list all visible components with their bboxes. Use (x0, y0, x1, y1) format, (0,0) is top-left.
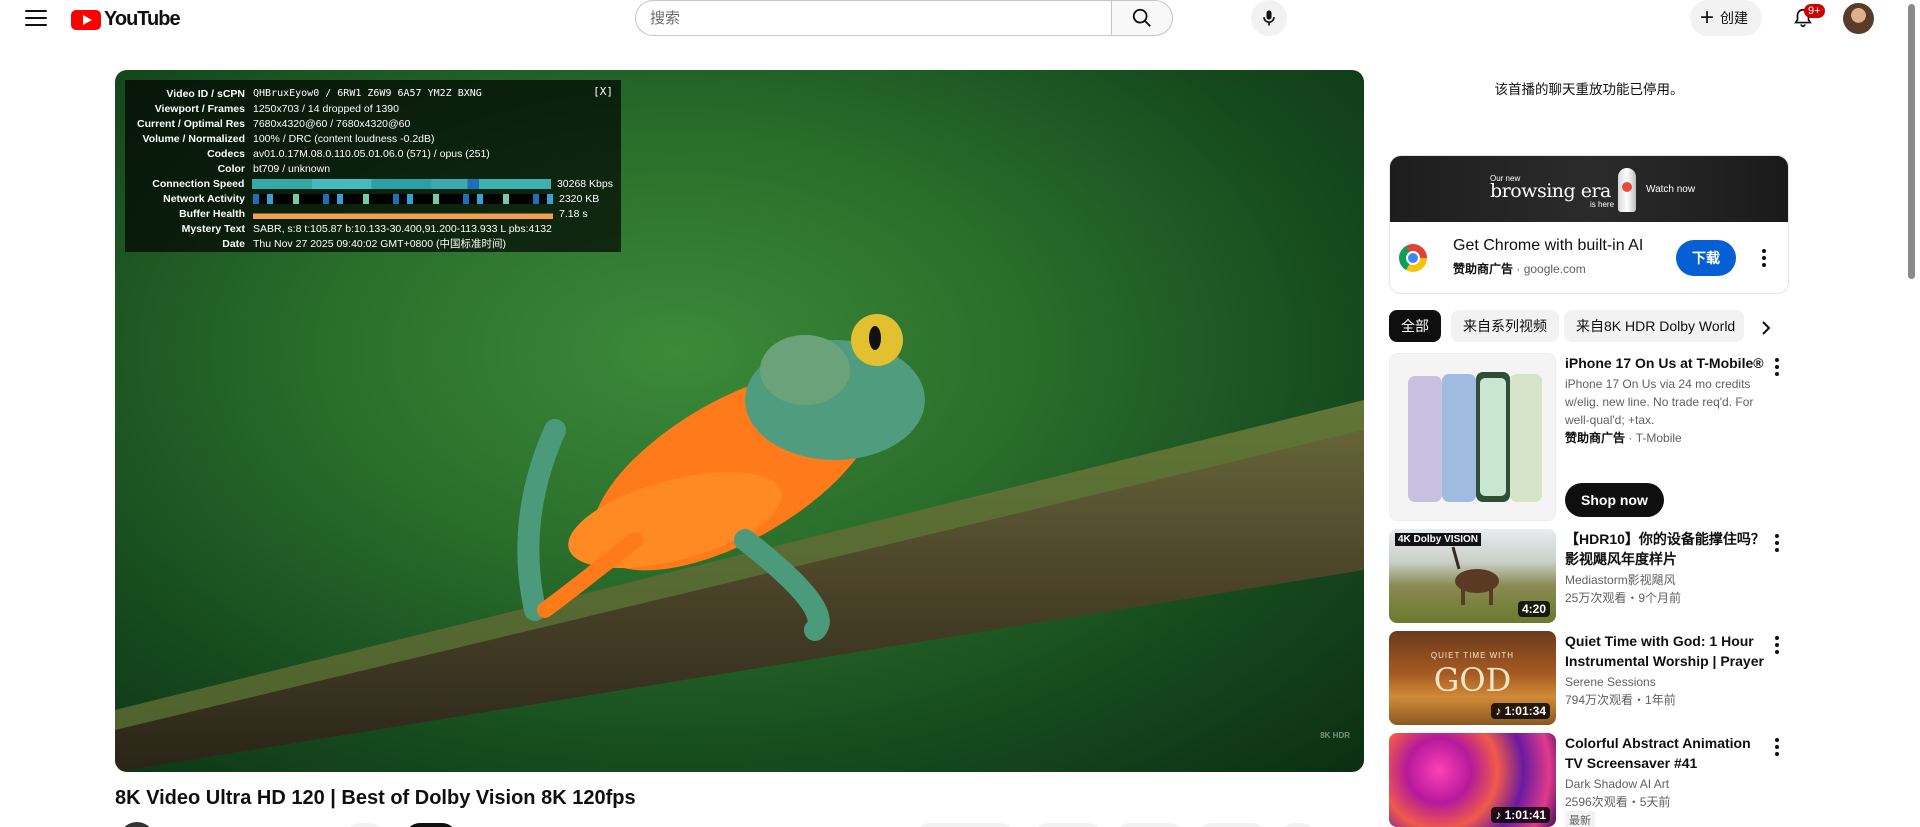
youtube-logo[interactable]: YouTube (71, 8, 181, 31)
thumbnail-title: GOD (1433, 661, 1512, 699)
recommended-video[interactable]: ♪ 1:01:41 Colorful Abstract Animation TV… (1389, 733, 1789, 827)
connection-speed-graph (252, 178, 551, 189)
video-thumbnail[interactable]: 4K Dolby VISION 4:20 (1389, 529, 1556, 623)
chat-replay-disabled-note: 该首播的聊天重放功能已停用。 (1494, 82, 1684, 97)
ad-body: Get Chrome with built-in AI 赞助商广告 · goog… (1390, 222, 1788, 293)
rec-stats: 2596次观看・5天前 (1565, 795, 1671, 809)
more-vert-icon[interactable] (1765, 633, 1789, 657)
stats-row: Buffer Health 7.18 s (179, 207, 588, 220)
menu-icon[interactable] (22, 6, 50, 30)
stats-row: Volume / Normalized 100% / DRC (content l… (142, 132, 435, 145)
rec-description: iPhone 17 On Us via 24 mo credits w/elig… (1565, 377, 1754, 427)
buffer-health-graph (253, 208, 553, 219)
stats-row: Current / Optimal Res 7680x4320@60 / 7680… (137, 117, 411, 130)
recommended-video[interactable]: 4K Dolby VISION 4:20 【HDR10】你的设备能撑住吗？影视飓… (1389, 529, 1789, 624)
subscribe-button[interactable] (405, 823, 457, 827)
video-thumbnail[interactable]: ♪ 1:01:41 (1389, 733, 1556, 827)
clip-button[interactable] (1197, 823, 1267, 827)
download-button[interactable] (1115, 823, 1185, 827)
page-scrollbar[interactable] (1906, 0, 1916, 827)
more-vert-icon[interactable] (1752, 246, 1776, 270)
rec-title[interactable]: iPhone 17 On Us at T-Mobile® (1565, 353, 1765, 373)
sponsored-item[interactable]: iPhone 17 On Us at T-Mobile® iPhone 17 O… (1389, 353, 1789, 523)
chrome-ad-card[interactable]: Our new browsing era is here Watch now G… (1389, 155, 1789, 294)
account-avatar[interactable] (1843, 3, 1874, 34)
stats-row: Color bt709 / unknown (217, 162, 331, 175)
plus-icon: + (1700, 4, 1715, 31)
ad-sponsor-line: 赞助商广告 · google.com (1453, 262, 1586, 276)
rec-meta: Colorful Abstract Animation TV Screensav… (1565, 733, 1765, 827)
notifications-button[interactable]: 9+ (1783, 0, 1825, 36)
logo-text: YouTube (104, 8, 181, 30)
rec-title[interactable]: 【HDR10】你的设备能撑住吗？影视飓风年度样片 (1565, 529, 1765, 569)
rec-meta: 【HDR10】你的设备能撑住吗？影视飓风年度样片 Mediastorm影视飓风 … (1565, 529, 1765, 607)
ad-banner-image[interactable]: Our new browsing era is here Watch now (1390, 156, 1788, 222)
video-player[interactable]: 8K HDR [X] Video ID / sCPN QHBruxEyow0 / … (115, 70, 1364, 772)
notification-count-badge: 9+ (1804, 4, 1825, 18)
video-thumbnail[interactable]: QUIET TIME WITH GOD ♪ 1:01:34 (1389, 631, 1556, 725)
more-vert-icon[interactable] (1765, 735, 1789, 759)
more-actions-button[interactable] (1280, 823, 1316, 827)
stats-row: Viewport / Frames 1250x703 / 14 dropped o… (154, 102, 399, 115)
stats-for-nerds-panel: [X] Video ID / sCPN QHBruxEyow0 / 6RW1 Z6… (125, 80, 621, 252)
search-input[interactable] (635, 0, 1111, 36)
chrome-logo-icon (1399, 244, 1427, 272)
stats-row: Video ID / sCPN QHBruxEyow0 / 6RW1 Z6W9 6… (166, 87, 482, 100)
stats-row: Date Thu Nov 27 2025 09:40:02 GMT+0800 (中… (222, 237, 506, 251)
channel-avatar[interactable] (119, 822, 155, 827)
search-icon (1132, 8, 1151, 27)
stats-row: Network Activity 2320 KB (163, 192, 600, 205)
ad-title[interactable]: Get Chrome with built-in AI (1453, 237, 1643, 255)
stats-row: Codecs av01.0.17M.08.0.110.05.01.06.0 (57… (207, 147, 490, 160)
video-title: 8K Video Ultra HD 120 | Best of Dolby Vi… (115, 787, 636, 809)
rec-title[interactable]: Quiet Time with God: 1 Hour Instrumental… (1565, 631, 1765, 671)
thumbnail-subtitle: QUIET TIME WITH (1430, 651, 1515, 660)
like-dislike-button[interactable] (915, 823, 1015, 827)
video-owner-row (115, 820, 1364, 827)
stats-row: Mystery Text SABR, s:8 t:105.87 b:10.133-… (181, 222, 552, 235)
search-bar (635, 0, 1173, 36)
chevron-right-icon[interactable] (1751, 314, 1781, 342)
chip-from-series[interactable]: 来自系列视频 (1451, 310, 1559, 342)
search-button[interactable] (1111, 0, 1173, 36)
filter-chips: 全部 来自系列视频 来自8K HDR Dolby World (1389, 310, 1789, 342)
rec-meta: Quiet Time with God: 1 Hour Instrumental… (1565, 631, 1765, 709)
download-ad-button[interactable]: 下载 (1676, 240, 1736, 276)
rec-channel[interactable]: Dark Shadow AI Art (1565, 775, 1765, 793)
rocket-icon (1618, 168, 1636, 212)
create-label: 创建 (1720, 10, 1749, 26)
new-badge: 最新 (1565, 811, 1595, 827)
more-vert-icon[interactable] (1765, 355, 1789, 379)
rec-stats: 794万次观看・1年前 (1565, 693, 1676, 707)
create-button[interactable]: + 创建 (1690, 0, 1763, 36)
stats-row: Connection Speed 30268 Kbps (152, 177, 613, 190)
scrollbar-thumb[interactable] (1908, 4, 1915, 279)
video-duration: ♪ 1:01:34 (1491, 703, 1550, 719)
shop-now-button[interactable]: Shop now (1565, 483, 1664, 517)
stats-close-button[interactable]: [X] (593, 85, 613, 98)
iphone-ad-thumbnail[interactable] (1389, 353, 1556, 521)
rec-stats: 25万次观看・9个月前 (1565, 591, 1682, 605)
masthead: YouTube + 创建 9+ (0, 0, 1920, 36)
video-duration: 4:20 (1517, 601, 1550, 617)
voice-search-button[interactable] (1251, 0, 1287, 36)
video-duration: ♪ 1:01:41 (1491, 807, 1550, 823)
microphone-icon (1263, 10, 1275, 26)
join-button[interactable] (345, 823, 385, 827)
share-button[interactable] (1033, 823, 1103, 827)
rec-channel[interactable]: Mediastorm影视飓风 (1565, 571, 1765, 589)
rec-title[interactable]: Colorful Abstract Animation TV Screensav… (1565, 733, 1765, 773)
channel-watermark: 8K HDR (1320, 731, 1350, 740)
more-vert-icon[interactable] (1765, 531, 1789, 555)
rec-meta: iPhone 17 On Us at T-Mobile® iPhone 17 O… (1565, 353, 1765, 447)
recommended-video[interactable]: QUIET TIME WITH GOD ♪ 1:01:34 Quiet Time… (1389, 631, 1789, 726)
chip-from-channel[interactable]: 来自8K HDR Dolby World (1564, 310, 1744, 342)
rec-channel[interactable]: Serene Sessions (1565, 673, 1765, 691)
rec-sponsor-line: 赞助商广告 · T-Mobile (1565, 431, 1682, 445)
iphone-image (1408, 372, 1542, 502)
chip-all[interactable]: 全部 (1389, 310, 1441, 342)
youtube-play-icon (71, 9, 101, 30)
network-activity-graph (253, 193, 553, 204)
